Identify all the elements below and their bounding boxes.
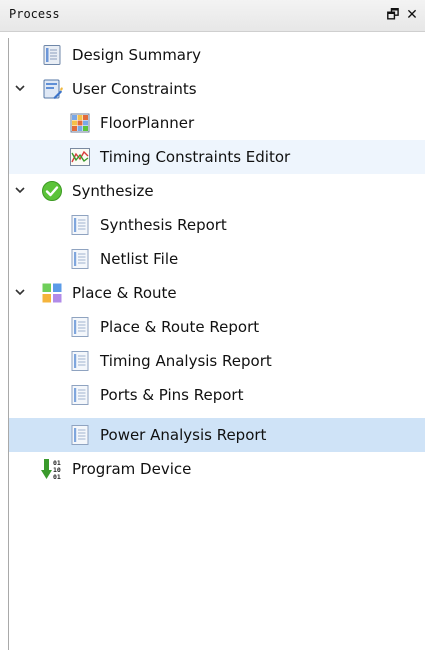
tree-item-synthesize[interactable]: Synthesize (9, 174, 425, 208)
tree-item-label: Place & Route Report (100, 318, 260, 336)
process-tree: Design Summary User Constraints FloorPla… (8, 38, 425, 650)
tree-item-label: Netlist File (100, 250, 179, 268)
tree-item-netlist-file[interactable]: Netlist File (9, 242, 425, 276)
timing-graph-icon (69, 146, 91, 168)
tree-item-synthesis-report[interactable]: Synthesis Report (9, 208, 425, 242)
report-icon (69, 214, 91, 236)
panel-title-bar: Process 🗗 ✕ (0, 0, 425, 32)
floorplanner-icon (69, 112, 91, 134)
report-icon (69, 316, 91, 338)
svg-text:01: 01 (53, 473, 61, 480)
tree-item-power-analysis-report[interactable]: Power Analysis Report (9, 418, 425, 452)
tree-item-label: Place & Route (72, 284, 177, 302)
close-icon[interactable]: ✕ (404, 5, 420, 25)
place-route-icon (41, 282, 63, 304)
tree-item-design-summary[interactable]: Design Summary (9, 38, 425, 72)
restore-window-icon[interactable]: 🗗 (385, 5, 401, 25)
chevron-down-icon[interactable] (13, 183, 27, 197)
tree-item-place-route[interactable]: Place & Route (9, 276, 425, 310)
process-panel: Process 🗗 ✕ Design Summary User Constrai… (0, 0, 425, 650)
tree-item-label: Timing Analysis Report (100, 352, 272, 370)
report-icon (69, 384, 91, 406)
tree-item-floorplanner[interactable]: FloorPlanner (9, 106, 425, 140)
report-icon (69, 248, 91, 270)
tree-item-label: User Constraints (72, 80, 197, 98)
report-icon (69, 350, 91, 372)
tree-item-label: FloorPlanner (100, 114, 195, 132)
tree-item-label: Design Summary (72, 46, 202, 64)
tree-item-program-device[interactable]: 01 10 01 Program Device (9, 452, 425, 486)
tree-item-label: Synthesize (72, 182, 154, 200)
program-device-icon: 01 10 01 (41, 458, 63, 480)
document-icon (41, 44, 63, 66)
tree-item-ports-pins-report[interactable]: Ports & Pins Report (9, 378, 425, 412)
constraints-icon (41, 78, 63, 100)
tree-item-timing-analysis-report[interactable]: Timing Analysis Report (9, 344, 425, 378)
tree-item-user-constraints[interactable]: User Constraints (9, 72, 425, 106)
tree-item-label: Synthesis Report (100, 216, 227, 234)
tree-item-label: Program Device (72, 460, 192, 478)
chevron-down-icon[interactable] (13, 81, 27, 95)
panel-title: Process (9, 7, 60, 21)
chevron-down-icon[interactable] (13, 285, 27, 299)
tree-item-place-route-report[interactable]: Place & Route Report (9, 310, 425, 344)
tree-item-timing-constraints-editor[interactable]: Timing Constraints Editor (9, 140, 425, 174)
tree-item-label: Timing Constraints Editor (100, 148, 291, 166)
report-icon (69, 424, 91, 446)
check-circle-icon (41, 180, 63, 202)
tree-item-label: Ports & Pins Report (100, 386, 244, 404)
tree-item-label: Power Analysis Report (100, 426, 267, 444)
